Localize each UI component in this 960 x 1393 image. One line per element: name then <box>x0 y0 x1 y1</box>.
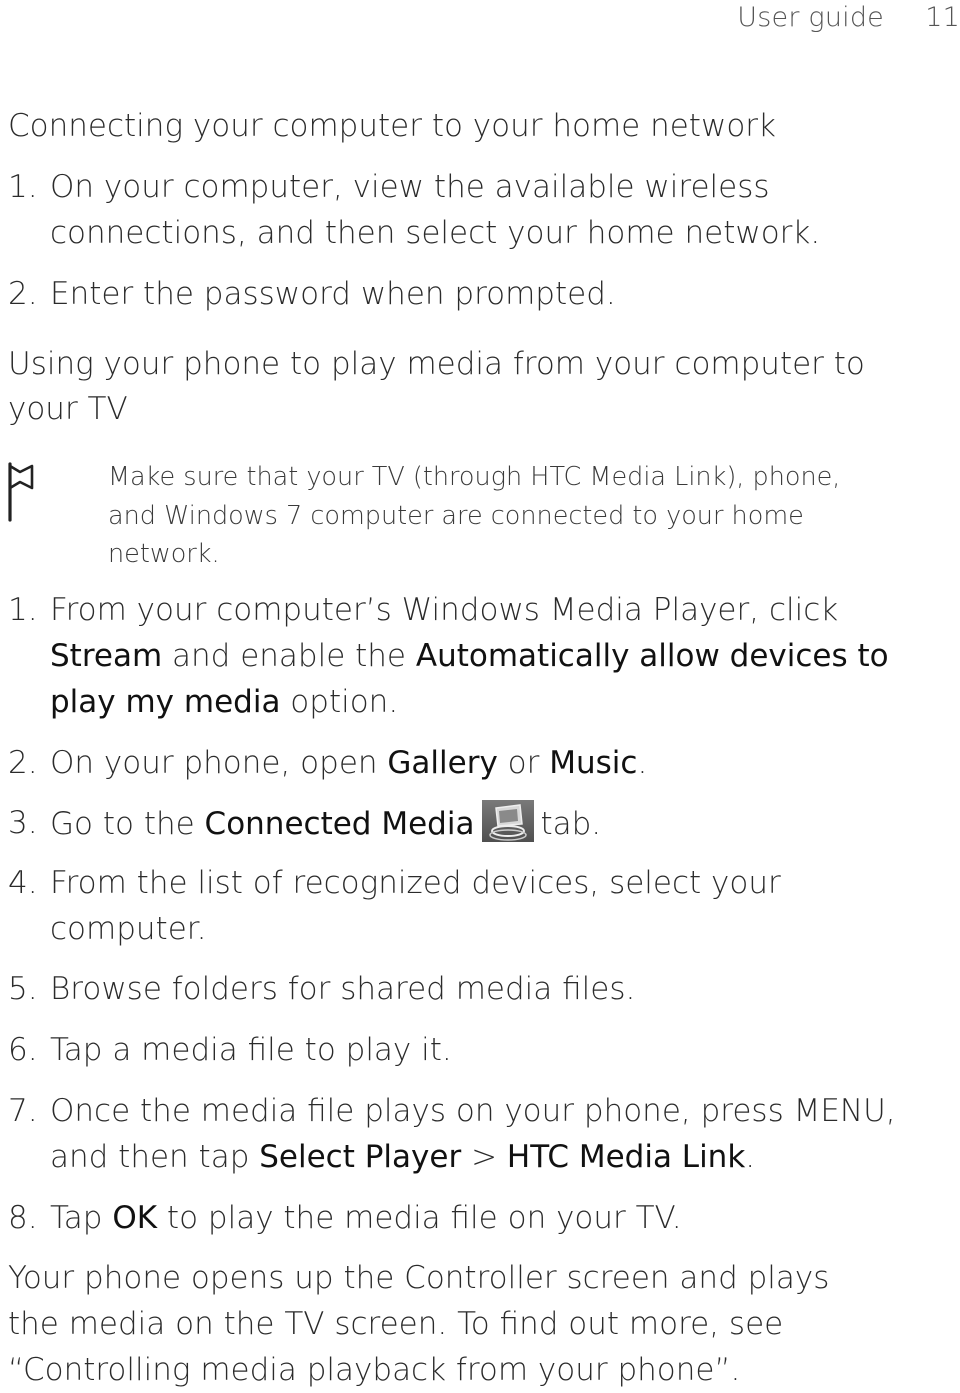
step-text: Once the media file plays on your phone,… <box>50 1093 896 1129</box>
ui-term-music: Music <box>549 745 638 781</box>
ui-term-select-player: Select Player <box>259 1139 462 1175</box>
note-line: Make sure that your TV (through HTC Medi… <box>108 462 841 492</box>
step-text: From your computer’s Windows Media Playe… <box>50 592 839 628</box>
step-number: 1. <box>8 169 38 205</box>
step-text: > <box>461 1139 507 1175</box>
step-number: 4. <box>8 865 38 901</box>
step-text: and then tap <box>50 1139 260 1175</box>
heading-line: Using your phone to play media from your… <box>8 346 865 382</box>
step-text: On your computer, view the available wir… <box>50 169 770 205</box>
step-number: 8. <box>8 1200 38 1236</box>
heading-line: your TV <box>8 391 128 427</box>
ui-term-play-my-media: play my media <box>50 684 281 720</box>
step-number: 7. <box>8 1093 38 1129</box>
step-text: option. <box>280 684 399 720</box>
note-line: and Windows 7 computer are connected to … <box>108 500 804 531</box>
ui-term-gallery: Gallery <box>387 745 498 781</box>
ui-term-auto-allow: Automatically allow devices to <box>415 638 889 674</box>
step-4-play-media: 4. From the list of recognized devices, … <box>8 860 781 947</box>
step-2-home-network: 2. Enter the password when prompted. <box>8 271 616 317</box>
section-heading-play-media: Using your phone to play media from your… <box>8 342 865 432</box>
step-2-play-media: 2. On your phone, open Gallery or Music. <box>8 740 647 786</box>
connected-media-icon <box>482 800 535 842</box>
paragraph-line: the media on the TV screen. To find out … <box>8 1306 784 1342</box>
step-number: 2. <box>8 276 38 312</box>
page-number: 11 <box>925 2 960 33</box>
section-heading-home-network: Connecting your computer to your home ne… <box>8 108 776 144</box>
step-text: or <box>497 745 550 781</box>
step-text: Tap a media file to play it. <box>50 1032 452 1068</box>
ui-term-ok: OK <box>112 1200 158 1236</box>
step-number: 3. <box>8 805 38 841</box>
step-text: and enable the <box>162 638 416 674</box>
header-title: User guide <box>737 2 884 33</box>
ui-term-stream: Stream <box>50 638 163 674</box>
step-8-play-media: 8. Tap OK to play the media file on your… <box>8 1195 682 1241</box>
paragraph-line: Your phone opens up the Controller scree… <box>8 1260 830 1296</box>
step-text: computer. <box>50 911 207 947</box>
step-3-play-media: 3. Go to the Connected Media tab. <box>8 800 601 846</box>
step-text: Go to the <box>50 806 205 842</box>
step-1-home-network: 1. On your computer, view the available … <box>8 164 820 251</box>
step-number: 6. <box>8 1032 38 1068</box>
step-6-play-media: 6. Tap a media file to play it. <box>8 1027 452 1073</box>
step-text: Enter the password when prompted. <box>50 276 616 312</box>
note-line: network. <box>108 539 220 569</box>
note-text: Make sure that your TV (through HTC Medi… <box>108 458 948 574</box>
step-7-play-media: 7. Once the media file plays on your pho… <box>8 1088 896 1175</box>
step-text: connections, and then select your home n… <box>50 215 821 251</box>
step-5-play-media: 5. Browse folders for shared media files… <box>8 966 635 1012</box>
cross-reference-link[interactable]: “Controlling media playback from your ph… <box>8 1352 740 1388</box>
ui-term-connected-media: Connected Media <box>204 806 475 842</box>
ui-term-htc-media-link: HTC Media Link <box>506 1139 746 1175</box>
closing-paragraph: Your phone opens up the Controller scree… <box>8 1255 948 1393</box>
step-number: 1. <box>8 592 38 628</box>
step-text: From the list of recognized devices, sel… <box>50 865 781 901</box>
step-number: 5. <box>8 971 38 1007</box>
step-text: . <box>745 1139 756 1175</box>
step-text: On your phone, open <box>50 745 388 781</box>
step-number: 2. <box>8 745 38 781</box>
flag-icon <box>8 462 34 522</box>
step-text: Browse folders for shared media files. <box>50 971 636 1007</box>
step-text: . <box>637 745 648 781</box>
step-1-play-media: 1. From your computer’s Windows Media Pl… <box>8 587 889 720</box>
step-text: to play the media file on your TV. <box>157 1200 682 1236</box>
step-text: tab. <box>540 806 602 842</box>
step-text: Tap <box>50 1200 113 1236</box>
